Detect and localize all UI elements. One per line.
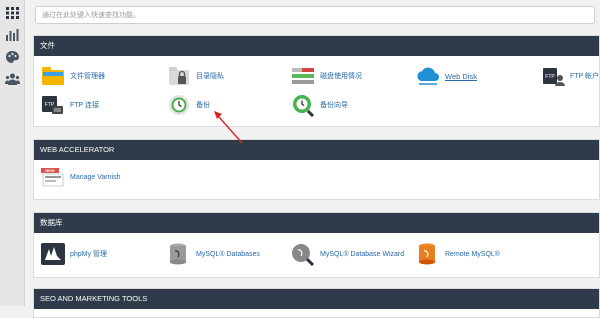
mysql-databases-icon xyxy=(170,243,186,265)
seo-panel-header: SEO AND MARKETING TOOLS xyxy=(34,289,599,309)
web-disk-icon xyxy=(417,67,439,85)
database-panel-header: 数据库 xyxy=(34,213,599,233)
file-manager-label: 文件管理器 xyxy=(70,73,105,80)
remote-mysql-label: Remote MySQL® xyxy=(445,250,500,258)
backup-icon xyxy=(169,95,189,115)
sidebar xyxy=(0,0,25,306)
backup-link[interactable]: 备份 xyxy=(166,92,210,118)
remote-mysql-link[interactable]: Remote MySQL® xyxy=(415,241,500,267)
stats-icon[interactable] xyxy=(5,28,20,42)
directory-privacy-icon xyxy=(169,67,189,85)
users-icon[interactable] xyxy=(5,72,20,86)
mysql-databases-link[interactable]: MySQL® Databases xyxy=(166,241,260,267)
files-panel-header: 文件 xyxy=(34,36,599,56)
ftp-connections-link[interactable]: FTP FTP 连接 xyxy=(40,92,99,118)
phpmyadmin-label: phpMy 管理 xyxy=(70,251,107,258)
file-manager-link[interactable]: 文件管理器 xyxy=(40,63,105,89)
ftp-accounts-link[interactable]: FTP FTP 帐户 xyxy=(540,63,599,89)
manage-varnish-link[interactable]: NEW Manage Varnish xyxy=(40,164,120,190)
search-input[interactable] xyxy=(35,6,595,24)
mysql-database-wizard-link[interactable]: MySQL® Database Wizard xyxy=(290,241,404,267)
database-panel: 数据库 phpMy 管理 MySQL® Databases MySQL® Dat… xyxy=(33,212,600,278)
svg-text:FTP: FTP xyxy=(545,74,555,80)
web-accelerator-panel: WEB ACCELERATOR NEW Manage Varnish xyxy=(33,139,600,200)
directory-privacy-link[interactable]: 目录隐私 xyxy=(166,63,224,89)
seo-panel: SEO AND MARKETING TOOLS xyxy=(33,288,600,318)
ftp-accounts-icon: FTP xyxy=(543,68,565,86)
mysql-database-wizard-label: MySQL® Database Wizard xyxy=(320,250,405,258)
mysql-databases-label: MySQL® Databases xyxy=(196,250,260,258)
new-badge: NEW xyxy=(45,168,55,173)
web-accelerator-panel-header: WEB ACCELERATOR xyxy=(34,140,599,160)
backup-wizard-label: 备份向导 xyxy=(320,102,348,109)
phpmyadmin-link[interactable]: phpMy 管理 xyxy=(40,241,107,267)
backup-wizard-icon xyxy=(293,95,315,117)
web-disk-link[interactable]: Web Disk xyxy=(415,63,477,89)
main-content: 文件 文件管理器 目录隐私 xyxy=(31,0,600,318)
grid-icon[interactable] xyxy=(5,6,20,20)
palette-icon[interactable] xyxy=(5,50,20,64)
remote-mysql-icon xyxy=(419,243,435,265)
file-manager-icon xyxy=(42,67,64,85)
backup-label: 备份 xyxy=(196,102,210,109)
disk-usage-icon xyxy=(292,68,314,84)
mysql-wizard-icon xyxy=(292,244,315,266)
ftp-accounts-label: FTP 帐户 xyxy=(570,73,600,80)
web-disk-label: Web Disk xyxy=(445,71,477,81)
backup-wizard-link[interactable]: 备份向导 xyxy=(290,92,348,118)
disk-usage-link[interactable]: 磁盘使用情况 xyxy=(290,63,362,89)
disk-usage-label: 磁盘使用情况 xyxy=(320,73,362,80)
ftp-connections-label: FTP 连接 xyxy=(70,102,100,109)
directory-privacy-label: 目录隐私 xyxy=(196,73,224,80)
ftp-connections-icon: FTP xyxy=(42,96,63,114)
varnish-icon: NEW xyxy=(41,168,64,187)
phpmyadmin-icon xyxy=(41,243,65,265)
files-panel: 文件 文件管理器 目录隐私 磁盘使用情况 Web Disk FTP FTP 帐户… xyxy=(33,35,600,127)
manage-varnish-label: Manage Varnish xyxy=(70,173,121,181)
